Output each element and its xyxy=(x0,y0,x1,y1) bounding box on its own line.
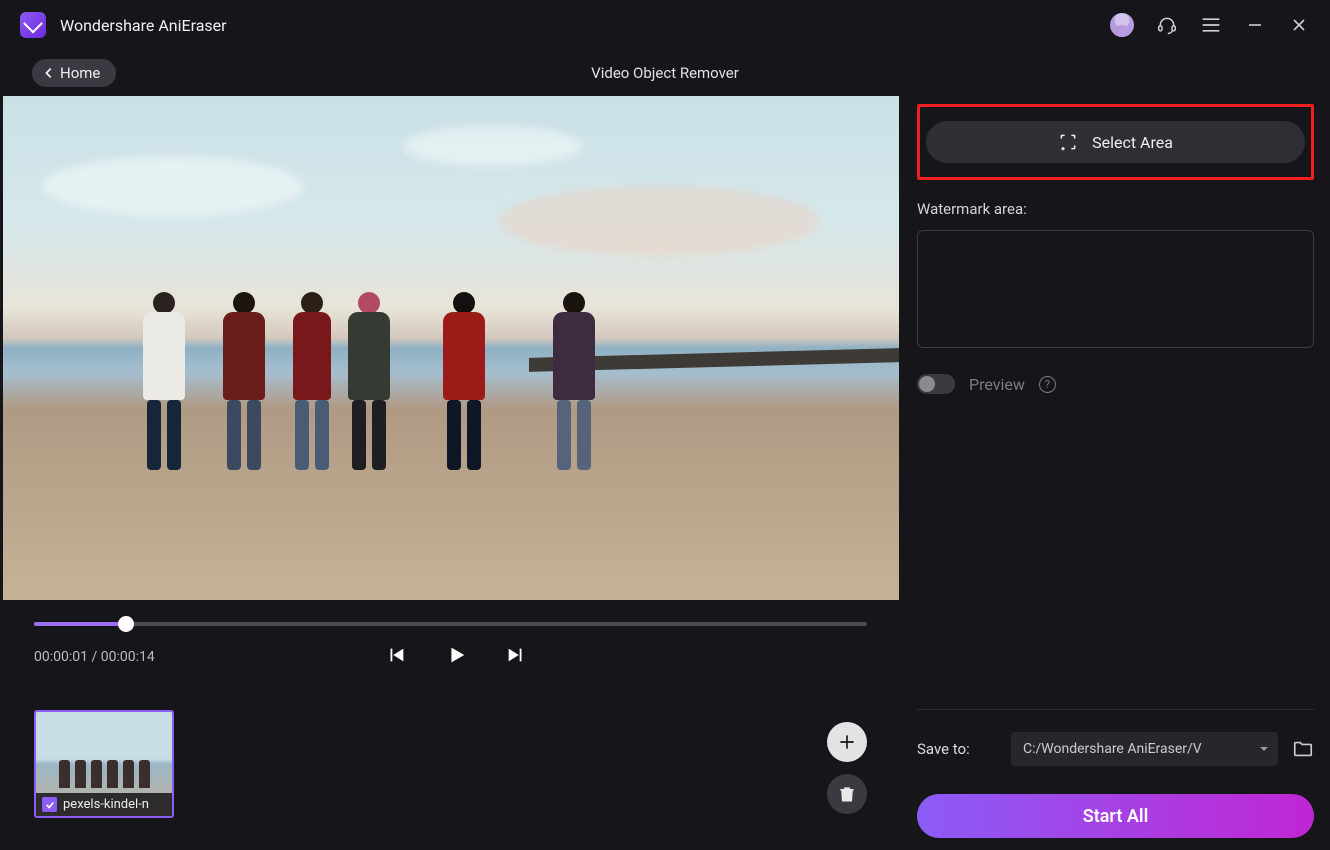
divider xyxy=(917,709,1314,710)
browse-folder-button[interactable] xyxy=(1292,738,1314,760)
support-headset-icon[interactable] xyxy=(1156,14,1178,36)
titlebar: Wondershare AniEraser xyxy=(0,0,1330,50)
delete-clip-button[interactable] xyxy=(827,774,867,814)
next-button[interactable] xyxy=(505,644,527,670)
video-preview[interactable] xyxy=(3,96,899,600)
select-area-button[interactable]: Select Area xyxy=(926,121,1305,163)
previous-button[interactable] xyxy=(385,644,407,670)
thumbnail-filename: pexels-kindel-n xyxy=(63,797,149,812)
highlight-box: Select Area xyxy=(917,104,1314,180)
seek-progress xyxy=(34,622,126,626)
seek-thumb[interactable] xyxy=(118,616,134,632)
trash-icon xyxy=(837,784,857,804)
preview-label: Preview xyxy=(969,375,1025,394)
home-button[interactable]: Home xyxy=(32,59,116,87)
plus-icon xyxy=(837,732,857,752)
skip-previous-icon xyxy=(385,644,407,666)
save-path-value: C:/Wondershare AniEraser/V xyxy=(1023,741,1202,757)
clip-thumbnail[interactable]: pexels-kindel-n xyxy=(34,710,174,818)
toggle-knob xyxy=(919,376,935,392)
chevron-left-icon xyxy=(42,66,56,80)
page-title: Video Object Remover xyxy=(591,64,739,82)
chevron-down-icon xyxy=(1258,743,1270,755)
save-path-dropdown[interactable]: C:/Wondershare AniEraser/V xyxy=(1011,732,1278,766)
minimize-icon[interactable] xyxy=(1244,14,1266,36)
subheader: Home Video Object Remover xyxy=(0,50,1330,96)
seek-bar[interactable] xyxy=(34,622,867,626)
watermark-area-list xyxy=(917,230,1314,348)
app-logo-icon xyxy=(20,12,46,38)
duration: 00:00:14 xyxy=(101,649,155,665)
help-icon[interactable]: ? xyxy=(1039,376,1056,393)
user-avatar[interactable] xyxy=(1110,13,1134,37)
app-title: Wondershare AniEraser xyxy=(60,16,227,35)
skip-next-icon xyxy=(505,644,527,666)
start-all-label: Start All xyxy=(1083,806,1149,827)
watermark-area-label: Watermark area: xyxy=(917,200,1314,218)
thumbnail-checkbox[interactable] xyxy=(42,797,57,812)
save-to-label: Save to: xyxy=(917,740,997,758)
time-display: 00:00:01 / 00:00:14 xyxy=(34,649,155,665)
current-time: 00:00:01 xyxy=(34,649,88,665)
home-label: Home xyxy=(60,64,100,82)
play-icon xyxy=(445,644,467,666)
select-area-label: Select Area xyxy=(1092,133,1173,152)
select-area-icon xyxy=(1058,132,1078,152)
settings-panel: Select Area Watermark area: Preview ? Sa… xyxy=(901,96,1330,850)
menu-icon[interactable] xyxy=(1200,14,1222,36)
preview-toggle[interactable] xyxy=(917,374,955,394)
check-icon xyxy=(45,800,55,810)
play-button[interactable] xyxy=(445,644,467,670)
folder-icon xyxy=(1292,738,1314,760)
close-icon[interactable] xyxy=(1288,14,1310,36)
start-all-button[interactable]: Start All xyxy=(917,794,1314,838)
add-clip-button[interactable] xyxy=(827,722,867,762)
editor-panel: 00:00:01 / 00:00:14 xyxy=(0,96,901,850)
